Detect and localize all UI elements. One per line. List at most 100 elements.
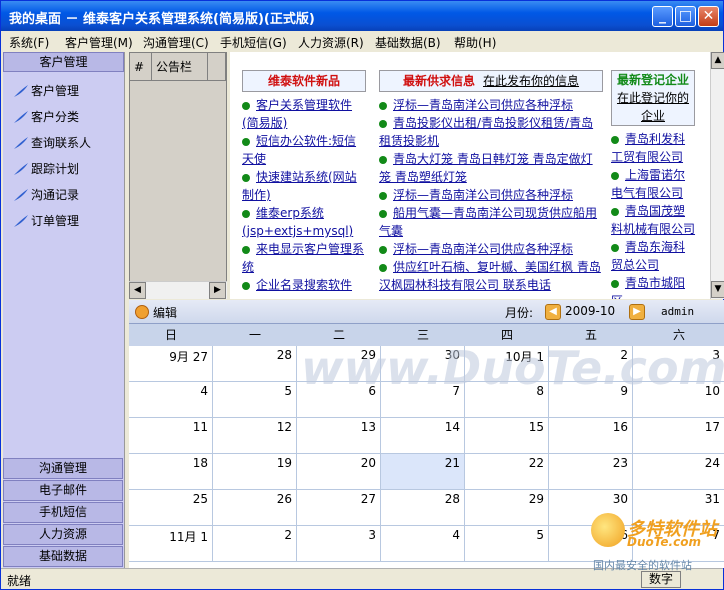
menu-communication[interactable]: 沟通管理(C)	[143, 34, 209, 51]
day-number: 26	[276, 492, 292, 506]
calendar-day-cell[interactable]: 19	[213, 454, 297, 490]
nav-item-contacts[interactable]: 查询联系人	[3, 130, 124, 156]
day-number: 4	[452, 528, 460, 542]
scroll-up-button[interactable]: ▲	[711, 52, 724, 69]
news-item[interactable]: 来电显示客户管理系统	[242, 240, 366, 276]
news-item[interactable]: 青岛市城阳区…	[611, 274, 695, 299]
menu-help[interactable]: 帮助(H)	[454, 34, 496, 51]
nav-item-label: 查询联系人	[31, 136, 92, 150]
calendar-day-cell[interactable]: 21	[381, 454, 465, 490]
calendar-day-cell[interactable]: 23	[549, 454, 633, 490]
edit-button[interactable]: 编辑	[153, 304, 177, 321]
nav-item-customer[interactable]: 客户管理	[3, 78, 124, 104]
news-item[interactable]: 青岛国茂塑料机械有限公司	[611, 202, 695, 238]
nav-section-sms[interactable]: 手机短信	[3, 502, 123, 523]
calendar-day-cell[interactable]: 20	[297, 454, 381, 490]
day-number: 19	[276, 456, 292, 470]
bulletin-col-index[interactable]: #	[130, 53, 152, 81]
scroll-right-button[interactable]: ▶	[209, 282, 226, 299]
news-item[interactable]: 上海雷诺尔电气有限公司	[611, 166, 695, 202]
menu-basic-data[interactable]: 基础数据(B)	[375, 34, 441, 51]
nav-item-tracking[interactable]: 跟踪计划	[3, 156, 124, 182]
news-item[interactable]: 船用气囊—青岛南洋公司现货供应船用气囊	[379, 204, 603, 240]
calendar-day-cell[interactable]: 16	[549, 418, 633, 454]
news-item[interactable]: 青岛东海科贸总公司	[611, 238, 695, 274]
calendar-day-cell[interactable]: 22	[465, 454, 549, 490]
news-vscroll[interactable]: ▲ ▼	[710, 52, 724, 299]
calendar-day-cell[interactable]: 2	[213, 526, 297, 562]
scroll-down-button[interactable]: ▼	[711, 281, 724, 298]
news-item[interactable]: 浮标—青岛南洋公司供应各种浮标	[379, 240, 603, 258]
news-item[interactable]: 青岛利发科工贸有限公司	[611, 130, 695, 166]
calendar-day-cell[interactable]: 5	[465, 526, 549, 562]
calendar-day-cell[interactable]: 14	[381, 418, 465, 454]
nav-section-communication[interactable]: 沟通管理	[3, 458, 123, 479]
bulletin-hscroll[interactable]: ◀ ▶	[129, 281, 227, 299]
calendar-day-cell[interactable]: 3	[297, 526, 381, 562]
scroll-left-button[interactable]: ◀	[129, 282, 146, 299]
calendar-day-cell[interactable]: 26	[213, 490, 297, 526]
news-item[interactable]: 青岛大灯笼 青岛日韩灯笼 青岛定做灯笼 青岛塑纸灯笼	[379, 150, 603, 186]
menu-system[interactable]: 系统(F)	[9, 34, 49, 51]
calendar-day-cell[interactable]: 24	[633, 454, 724, 490]
nav-section-hr[interactable]: 人力资源	[3, 524, 123, 545]
register-company-link[interactable]: 在此登记你的企业	[617, 91, 689, 123]
calendar-day-cell[interactable]: 25	[129, 490, 213, 526]
next-month-button[interactable]: ▶	[629, 304, 645, 320]
calendar-day-cell[interactable]: 28	[381, 490, 465, 526]
news-item[interactable]: 浮标—青岛南洋公司供应各种浮标	[379, 96, 603, 114]
nav-item-orders[interactable]: 订单管理	[3, 208, 124, 234]
news-item[interactable]: 企业名录搜索软件	[242, 276, 366, 294]
nav-item-records[interactable]: 沟通记录	[3, 182, 124, 208]
sidebar-nav: 客户管理 客户管理 客户分类 查询联系人 跟踪计划 沟通记录 订单管理 沟通管理…	[3, 52, 125, 568]
menu-customer[interactable]: 客户管理(M)	[65, 34, 133, 51]
calendar-day-cell[interactable]: 18	[129, 454, 213, 490]
calendar-day-cell[interactable]: 15	[465, 418, 549, 454]
current-user: admin	[661, 305, 695, 318]
day-number: 14	[444, 420, 460, 434]
news-item[interactable]: 浮标—青岛南洋公司供应各种浮标	[379, 186, 603, 204]
news-item[interactable]: 青岛投影仪出租/青岛投影仪租赁/青岛租赁投影机	[379, 114, 603, 150]
menu-sms[interactable]: 手机短信(G)	[220, 34, 287, 51]
publish-info-link[interactable]: 在此发布你的信息	[483, 74, 579, 88]
calendar-day-cell[interactable]: 12	[213, 418, 297, 454]
calendar-day-cell[interactable]: 29	[465, 490, 549, 526]
maximize-button[interactable]: □	[675, 6, 696, 27]
nav-item-category[interactable]: 客户分类	[3, 104, 124, 130]
calendar-day-cell[interactable]: 28	[213, 346, 297, 382]
watermark-text: www.DuoTe.com	[301, 341, 724, 395]
news-item[interactable]: 客户关系管理软件(简易版)	[242, 96, 366, 132]
news-item[interactable]: 维泰erp系统(jsp+extjs+mysql)	[242, 204, 366, 240]
day-number: 27	[360, 492, 376, 506]
title-bar[interactable]: 我的桌面 － 维泰客户关系管理系统(简易版)(正式版) _ □ ✕	[1, 1, 723, 31]
day-number: 15	[528, 420, 544, 434]
nav-header[interactable]: 客户管理	[3, 52, 124, 72]
news-item[interactable]: 快速建站系统(网站制作)	[242, 168, 366, 204]
feather-icon	[14, 111, 28, 123]
calendar-day-cell[interactable]: 4	[129, 382, 213, 418]
calendar-day-cell[interactable]: 9月 27	[129, 346, 213, 382]
app-window: 我的桌面 － 维泰客户关系管理系统(简易版)(正式版) _ □ ✕ 系统(F) …	[0, 0, 724, 590]
month-label: 月份:	[505, 306, 534, 320]
close-button[interactable]: ✕	[698, 6, 719, 27]
menu-hr[interactable]: 人力资源(R)	[298, 34, 364, 51]
calendar-day-cell[interactable]: 5	[213, 382, 297, 418]
calendar-day-cell[interactable]: 13	[297, 418, 381, 454]
nav-section-basic-data[interactable]: 基础数据	[3, 546, 123, 567]
calendar-day-cell[interactable]: 11月 1	[129, 526, 213, 562]
bulletin-panel: # 公告栏	[129, 52, 227, 299]
calendar-day-cell[interactable]: 11	[129, 418, 213, 454]
bulletin-col-title[interactable]: 公告栏	[152, 53, 208, 81]
nav-section-email[interactable]: 电子邮件	[3, 480, 123, 501]
calendar-day-cell[interactable]: 27	[297, 490, 381, 526]
minimize-button[interactable]: _	[652, 6, 673, 27]
brand-slogan: 国内最安全的软件站	[593, 559, 692, 572]
news-item[interactable]: 短信办公软件:短信天使	[242, 132, 366, 168]
edit-icon[interactable]	[135, 305, 149, 319]
day-number: 2	[284, 528, 292, 542]
prev-month-button[interactable]: ◀	[545, 304, 561, 320]
news-item[interactable]: 供应红叶石楠、复叶槭、美国红枫 青岛汉枫园林科技有限公司 联系电话	[379, 258, 603, 294]
calendar-day-cell[interactable]: 17	[633, 418, 724, 454]
window-title: 我的桌面 － 维泰客户关系管理系统(简易版)(正式版)	[9, 12, 315, 27]
calendar-day-cell[interactable]: 4	[381, 526, 465, 562]
